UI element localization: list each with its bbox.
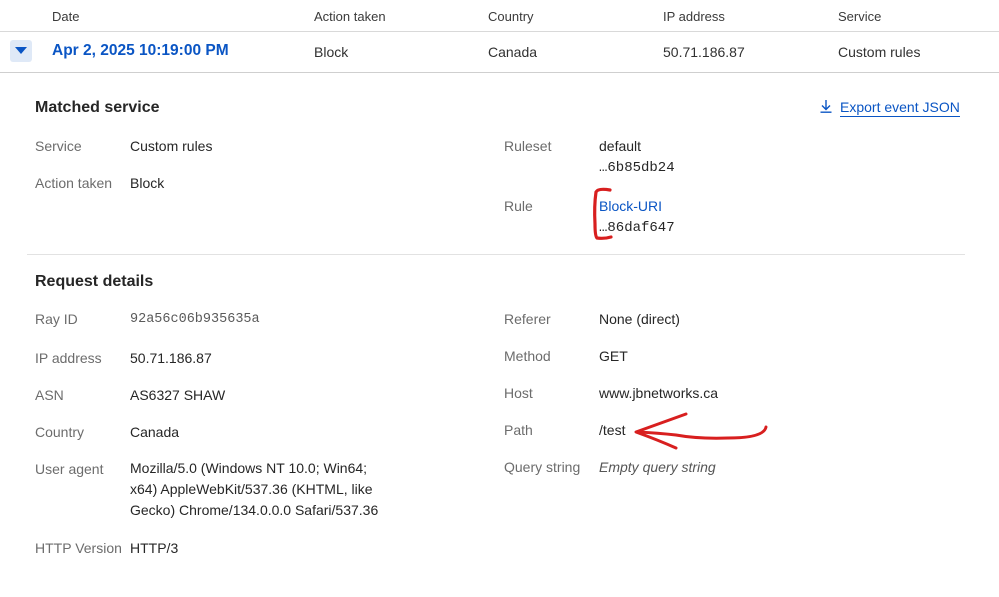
rayid-label: Ray ID xyxy=(35,311,78,327)
user-agent-label: User agent xyxy=(35,461,104,477)
col-country[interactable]: Country xyxy=(488,9,534,24)
ruleset-name: default xyxy=(599,138,642,154)
annotation-bracket xyxy=(593,187,613,240)
country-label: Country xyxy=(35,424,85,440)
host-label: Host xyxy=(504,385,533,401)
annotation-arrow xyxy=(634,412,768,450)
user-agent-value: Mozilla/5.0 (Windows NT 10.0; Win64; x64… xyxy=(130,460,379,518)
request-details-title: Request details xyxy=(35,273,154,290)
asn-label: ASN xyxy=(35,387,64,403)
expand-row-button[interactable] xyxy=(10,40,32,62)
path-value: /test xyxy=(599,422,626,438)
path-label: Path xyxy=(504,422,533,438)
matched-service-title: Matched service xyxy=(35,99,160,116)
country-value: Canada xyxy=(130,424,180,440)
section-divider xyxy=(27,254,965,255)
action-value: Block xyxy=(130,175,165,191)
http-version-value: HTTP/3 xyxy=(130,540,179,556)
col-ip[interactable]: IP address xyxy=(663,9,725,24)
referer-label: Referer xyxy=(504,311,551,327)
col-action[interactable]: Action taken xyxy=(314,9,386,24)
export-label: Export event JSON xyxy=(840,99,960,117)
rayid-value: 92a56c06b935635a xyxy=(130,312,260,327)
download-icon xyxy=(820,100,832,113)
http-version-label: HTTP Version xyxy=(35,540,122,556)
table-row[interactable]: Apr 2, 2025 10:19:00 PM Block Canada 50.… xyxy=(0,31,999,73)
export-event-json-button[interactable]: Export event JSON xyxy=(820,99,960,117)
table-header: Date Action taken Country IP address Ser… xyxy=(0,0,999,32)
service-value: Custom rules xyxy=(130,138,213,154)
ruleset-id: …6b85db24 xyxy=(599,160,675,176)
action-label: Action taken xyxy=(35,175,113,191)
ip-label: IP address xyxy=(35,350,102,366)
event-date-link[interactable]: Apr 2, 2025 10:19:00 PM xyxy=(52,42,229,60)
ruleset-label: Ruleset xyxy=(504,138,552,154)
ip-value: 50.71.186.87 xyxy=(130,350,212,366)
host-value: www.jbnetworks.ca xyxy=(599,385,719,401)
cell-service: Custom rules xyxy=(838,44,921,60)
col-service[interactable]: Service xyxy=(838,9,881,24)
rule-label: Rule xyxy=(504,198,533,214)
asn-value: AS6327 SHAW xyxy=(130,387,226,403)
col-date[interactable]: Date xyxy=(52,9,79,24)
service-label: Service xyxy=(35,138,82,154)
query-string-label: Query string xyxy=(504,459,581,475)
cell-country: Canada xyxy=(488,44,538,60)
cell-ip: 50.71.186.87 xyxy=(663,44,745,60)
query-string-value: Empty query string xyxy=(599,459,716,475)
method-label: Method xyxy=(504,348,551,364)
caret-down-icon xyxy=(15,47,27,54)
cell-action: Block xyxy=(314,44,349,60)
referer-value: None (direct) xyxy=(599,311,680,327)
method-value: GET xyxy=(599,348,628,364)
